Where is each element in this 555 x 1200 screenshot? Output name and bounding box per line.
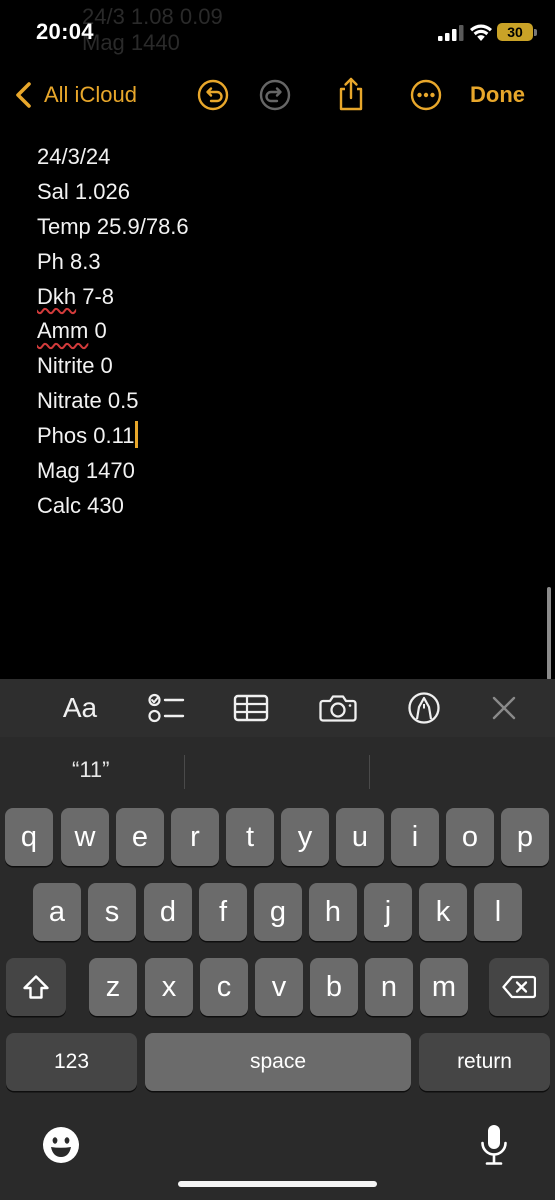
camera-button[interactable] (318, 691, 358, 725)
predictive-bar: “11” (0, 737, 555, 803)
note-line-calcium[interactable]: Calc 430 (37, 489, 517, 524)
close-icon (492, 696, 516, 720)
back-button-label: All iCloud (44, 82, 137, 107)
key-r[interactable]: r (171, 808, 219, 866)
key-j[interactable]: j (364, 883, 412, 941)
key-s[interactable]: s (88, 883, 136, 941)
misspelled-word[interactable]: Amm (37, 318, 88, 343)
scrolled-note-text: 24/3 1.08 0.09 Mag 1440 (82, 4, 223, 56)
checklist-icon (148, 693, 185, 723)
format-toolbar: Aa (0, 679, 555, 737)
note-line-ph[interactable]: Ph 8.3 (37, 245, 517, 280)
key-c[interactable]: c (200, 958, 248, 1016)
key-w[interactable]: w (61, 808, 109, 866)
ghost-line: 24/3 1.08 0.09 (82, 4, 223, 29)
redo-icon[interactable] (259, 79, 291, 111)
home-indicator[interactable] (178, 1181, 377, 1187)
chevron-left-icon (16, 82, 31, 108)
key-f[interactable]: f (199, 883, 247, 941)
note-line-salinity[interactable]: Sal 1.026 (37, 175, 517, 210)
key-e[interactable]: e (116, 808, 164, 866)
key-h[interactable]: h (309, 883, 357, 941)
numbers-key[interactable]: 123 (6, 1033, 137, 1091)
close-toolbar-button[interactable] (484, 691, 524, 725)
key-l[interactable]: l (474, 883, 522, 941)
note-value: 0 (88, 318, 107, 344)
key-i[interactable]: i (391, 808, 439, 866)
key-b[interactable]: b (310, 958, 358, 1016)
table-icon (233, 694, 269, 722)
note-line-text: Phos 0.11 (37, 423, 135, 449)
note-line-dkh[interactable]: Dkh 7-8 (37, 280, 517, 315)
shift-arrow-icon (23, 975, 49, 999)
key-t[interactable]: t (226, 808, 274, 866)
status-bar: 24/3 1.08 0.09 Mag 1440 20:04 30 (0, 0, 555, 60)
note-line-ammonia[interactable]: Amm 0 (37, 314, 517, 349)
pen-tip-icon (408, 692, 440, 724)
suggestion-divider (369, 755, 370, 789)
suggestion-item[interactable]: “11” (72, 757, 110, 783)
checklist-button[interactable] (146, 691, 186, 725)
key-y[interactable]: y (281, 808, 329, 866)
emoji-icon[interactable] (42, 1126, 80, 1164)
note-value: 7-8 (76, 283, 115, 309)
space-key[interactable]: space (145, 1033, 411, 1091)
status-time: 20:04 (36, 19, 94, 44)
key-q[interactable]: q (5, 808, 53, 866)
key-g[interactable]: g (254, 883, 302, 941)
key-u[interactable]: u (336, 808, 384, 866)
return-key[interactable]: return (419, 1033, 550, 1091)
back-button[interactable]: All iCloud (14, 80, 137, 110)
note-line-date[interactable]: 24/3/24 (37, 140, 517, 175)
note-line-magnesium[interactable]: Mag 1470 (37, 454, 517, 489)
note-line-temperature[interactable]: Temp 25.9/78.6 (37, 210, 517, 245)
suggestion-divider (184, 755, 185, 789)
ghost-line: Mag 1440 (82, 30, 180, 55)
battery-nub (534, 29, 537, 36)
key-z[interactable]: z (89, 958, 137, 1016)
done-button[interactable]: Done (470, 82, 525, 108)
key-m[interactable]: m (420, 958, 468, 1016)
cellular-signal-icon (438, 25, 464, 41)
key-a[interactable]: a (33, 883, 81, 941)
delete-key[interactable] (489, 958, 549, 1016)
key-k[interactable]: k (419, 883, 467, 941)
shift-key[interactable] (6, 958, 66, 1016)
wifi-icon (470, 24, 492, 41)
note-body[interactable]: 24/3/24 Sal 1.026 Temp 25.9/78.6 Ph 8.3 … (37, 140, 517, 524)
key-v[interactable]: v (255, 958, 303, 1016)
undo-icon[interactable] (197, 79, 229, 111)
key-d[interactable]: d (144, 883, 192, 941)
text-style-button[interactable]: Aa (60, 691, 100, 725)
key-x[interactable]: x (145, 958, 193, 1016)
table-button[interactable] (231, 691, 271, 725)
battery-icon: 30 (497, 23, 533, 41)
scrollbar[interactable] (547, 587, 551, 680)
key-o[interactable]: o (446, 808, 494, 866)
key-p[interactable]: p (501, 808, 549, 866)
camera-icon (319, 695, 357, 722)
markup-button[interactable] (404, 691, 444, 725)
more-options-icon[interactable] (410, 79, 442, 111)
share-icon[interactable] (335, 76, 367, 112)
nav-bar: All iCloud Done (0, 70, 555, 120)
misspelled-word[interactable]: Dkh (37, 284, 76, 309)
note-line-phosphate[interactable]: Phos 0.11 (37, 419, 517, 454)
microphone-icon[interactable] (479, 1123, 509, 1167)
note-line-nitrate[interactable]: Nitrate 0.5 (37, 384, 517, 419)
text-cursor (135, 421, 139, 449)
key-n[interactable]: n (365, 958, 413, 1016)
backspace-icon (502, 975, 536, 999)
note-line-nitrite[interactable]: Nitrite 0 (37, 349, 517, 384)
